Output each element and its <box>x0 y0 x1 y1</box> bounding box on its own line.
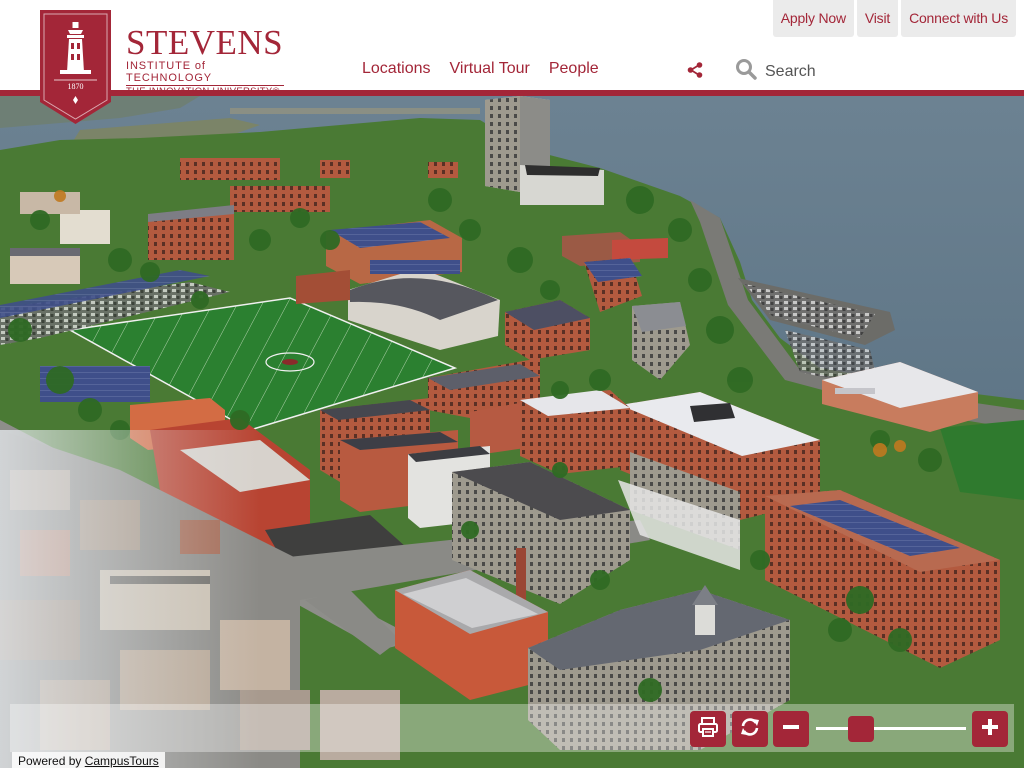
nav-people[interactable]: People <box>549 60 599 78</box>
zoom-in-button[interactable] <box>972 711 1008 747</box>
main-nav: Locations Virtual Tour People <box>362 60 599 78</box>
powered-by-text: Powered by <box>18 754 82 768</box>
print-button[interactable] <box>690 711 726 747</box>
stevens-shield-logo[interactable]: 1870 <box>40 10 111 124</box>
stevens-wordmark[interactable]: STEVENS INSTITUTE of TECHNOLOGY THE INNO… <box>126 23 284 98</box>
reset-view-button[interactable] <box>732 711 768 747</box>
shield-year: 1870 <box>68 82 84 91</box>
search-input[interactable] <box>765 62 925 81</box>
wordmark-tagline: INSTITUTE of TECHNOLOGY <box>126 60 284 86</box>
connect-with-us-link[interactable]: Connect with Us <box>901 0 1016 37</box>
search-icon[interactable] <box>735 58 757 85</box>
visit-link[interactable]: Visit <box>856 0 899 37</box>
powered-by: Powered by CampusTours <box>12 752 165 768</box>
nav-virtual-tour[interactable]: Virtual Tour <box>450 60 530 78</box>
apply-now-link[interactable]: Apply Now <box>772 0 854 37</box>
refresh-icon <box>739 716 761 743</box>
wordmark-name: STEVENS <box>126 23 284 62</box>
share-icon[interactable] <box>686 61 704 79</box>
utility-links: Apply Now Visit Connect with Us <box>772 0 1016 37</box>
zoom-out-icon <box>780 716 802 743</box>
zoom-slider-thumb[interactable] <box>848 716 874 742</box>
zoom-out-button[interactable] <box>773 711 809 747</box>
site-header: Apply Now Visit Connect with Us STEVENS … <box>0 0 1024 97</box>
header-divider <box>0 90 1024 96</box>
search-box <box>735 58 925 85</box>
nav-locations[interactable]: Locations <box>362 60 431 78</box>
campustours-link[interactable]: CampusTours <box>85 754 159 768</box>
print-icon <box>697 716 719 743</box>
campus-map[interactable] <box>0 96 1024 768</box>
zoom-in-icon <box>979 716 1001 743</box>
zoom-slider-track[interactable] <box>816 727 966 730</box>
